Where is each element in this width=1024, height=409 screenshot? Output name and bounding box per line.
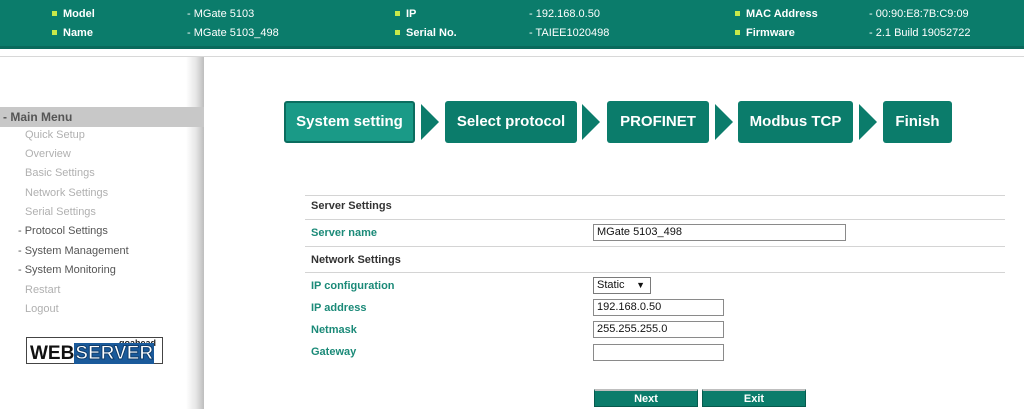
topbar-gap	[0, 49, 1024, 56]
wizard-step-select-protocol[interactable]: Select protocol	[445, 101, 577, 143]
step-arrow-icon	[859, 104, 877, 140]
gateway-label: Gateway	[311, 346, 357, 358]
ip-label: IP	[395, 8, 416, 20]
divider	[305, 272, 1005, 273]
server-settings-title: Server Settings	[311, 200, 392, 212]
mac-label: MAC Address	[735, 8, 818, 20]
sidebar-item-logout[interactable]: Logout	[25, 303, 59, 315]
ip-configuration-label: IP configuration	[311, 280, 395, 292]
model-value: - MGate 5103	[187, 8, 255, 20]
netmask-input[interactable]: 255.255.255.0	[593, 321, 724, 338]
sidebar-item-serial-settings[interactable]: Serial Settings	[25, 206, 96, 218]
serial-value: - TAIEE1020498	[529, 27, 610, 39]
sidebar-item-basic-settings[interactable]: Basic Settings	[25, 167, 95, 179]
mac-value: - 00:90:E8:7B:C9:09	[869, 8, 969, 20]
step-arrow-icon	[582, 104, 600, 140]
serial-label: Serial No.	[395, 27, 457, 39]
sidebar-item-quick-setup[interactable]: Quick Setup	[25, 129, 85, 141]
next-button[interactable]: Next	[594, 389, 698, 407]
wizard-step-system-setting[interactable]: System setting	[284, 101, 415, 143]
sidebar-item-system-monitoring[interactable]: - System Monitoring	[18, 264, 116, 276]
ip-address-input[interactable]: 192.168.0.50	[593, 299, 724, 316]
step-arrow-icon	[715, 104, 733, 140]
divider	[305, 195, 1005, 196]
bullet-icon	[735, 29, 740, 35]
name-label: Name	[52, 27, 93, 39]
webserver-logo: goahead WEBSERVER	[26, 337, 163, 364]
model-label: Model	[52, 8, 95, 20]
logo-big-text: WEBSERVER	[30, 343, 155, 364]
main-menu-header[interactable]: - Main Menu	[0, 107, 204, 127]
bullet-icon	[52, 29, 57, 35]
ip-configuration-select[interactable]: Static ▼	[593, 277, 651, 294]
sidebar-item-overview[interactable]: Overview	[25, 148, 71, 160]
ip-address-label: IP address	[311, 302, 367, 314]
server-name-input[interactable]: MGate 5103_498	[593, 224, 846, 241]
sidebar-item-network-settings[interactable]: Network Settings	[25, 187, 108, 199]
bullet-icon	[735, 10, 740, 16]
wizard-step-finish[interactable]: Finish	[883, 101, 952, 143]
step-arrow-icon	[421, 104, 439, 140]
dropdown-arrow-icon: ▼	[636, 280, 645, 290]
sidebar-item-system-management[interactable]: - System Management	[18, 245, 129, 257]
bullet-icon	[52, 10, 57, 16]
wizard-step-profinet[interactable]: PROFINET	[607, 101, 709, 143]
bullet-icon	[395, 29, 400, 35]
wizard-step-modbus-tcp[interactable]: Modbus TCP	[738, 101, 853, 143]
sidebar-item-protocol-settings[interactable]: - Protocol Settings	[18, 225, 108, 237]
firmware-label: Firmware	[735, 27, 795, 39]
firmware-value: - 2.1 Build 19052722	[869, 27, 971, 39]
divider	[305, 246, 1005, 247]
sidebar-item-restart[interactable]: Restart	[25, 284, 60, 296]
gateway-input[interactable]	[593, 344, 724, 361]
divider	[305, 219, 1005, 220]
ip-value: - 192.168.0.50	[529, 8, 600, 20]
device-info-bar: Model - MGate 5103 Name - MGate 5103_498…	[0, 0, 1024, 49]
bullet-icon	[395, 10, 400, 16]
server-name-label: Server name	[311, 227, 378, 239]
exit-button[interactable]: Exit	[702, 389, 806, 407]
name-value: - MGate 5103_498	[187, 27, 279, 39]
network-settings-title: Network Settings	[311, 254, 401, 266]
netmask-label: Netmask	[311, 324, 357, 336]
